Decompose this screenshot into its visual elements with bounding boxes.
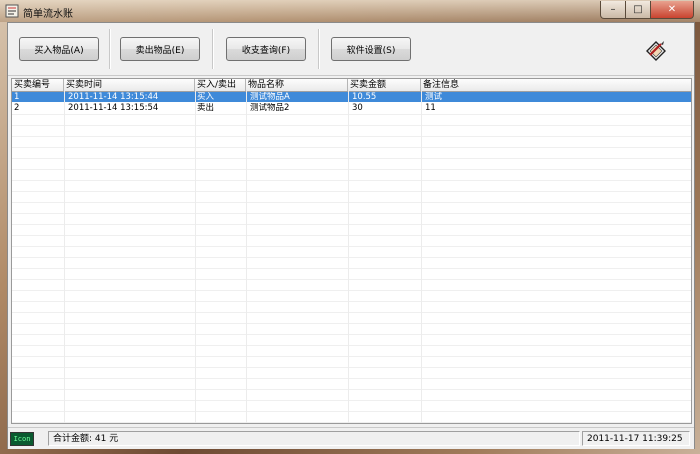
cell-id: 2 (14, 103, 20, 113)
grid-line-horizontal (12, 389, 691, 390)
grid-line-vertical (348, 91, 349, 423)
grid-line-horizontal (12, 180, 691, 181)
cell-name: 测试物品2 (250, 103, 290, 113)
client-area: 买入物品(A) 卖出物品(E) 收支查询(F) 软件设置(S) 买卖编号 买卖时… (7, 22, 695, 449)
grid-line-vertical (246, 91, 247, 423)
grid-line-horizontal (12, 257, 691, 258)
settings-button[interactable]: 软件设置(S) (331, 37, 411, 61)
column-header-amount[interactable]: 买卖金额 (348, 79, 421, 91)
grid-line-horizontal (12, 323, 691, 324)
cell-type: 买入 (197, 92, 215, 102)
grid-line-horizontal (12, 246, 691, 247)
window-controls: – □ ✕ (600, 1, 694, 19)
grid-line-horizontal (12, 422, 691, 423)
cell-time: 2011-11-14 13:15:54 (68, 103, 159, 113)
window-frame: 简单流水账 – □ ✕ 买入物品(A) 卖出物品(E) 收支查询(F) 软件设置… (0, 0, 700, 454)
column-header-type[interactable]: 买入/卖出 (195, 79, 246, 91)
datetime-label: 2011-11-17 11:39:25 (582, 431, 690, 446)
column-header-id[interactable]: 买卖编号 (12, 79, 64, 91)
cell-name: 测试物品A (250, 92, 290, 102)
grid-line-horizontal (12, 411, 691, 412)
grid-line-horizontal (12, 334, 691, 335)
grid-line-horizontal (12, 136, 691, 137)
sell-item-button[interactable]: 卖出物品(E) (120, 37, 200, 61)
buy-item-button[interactable]: 买入物品(A) (19, 37, 99, 61)
grid-line-horizontal (12, 378, 691, 379)
status-bar: Icon 合计金额: 41 元 2011-11-17 11:39:25 (8, 427, 694, 449)
grid-line-vertical (421, 91, 422, 423)
cell-note: 11 (425, 103, 436, 113)
grid-line-horizontal (12, 301, 691, 302)
table-header: 买卖编号 买卖时间 买入/卖出 物品名称 买卖金额 备注信息 (12, 79, 691, 92)
grid-line-horizontal (12, 290, 691, 291)
cell-amount: 30 (352, 103, 363, 113)
title-bar[interactable]: 简单流水账 – □ ✕ (0, 0, 700, 22)
grid-line-horizontal (12, 356, 691, 357)
grid-line-horizontal (12, 400, 691, 401)
app-badge-icon: Icon (10, 432, 34, 446)
cell-id: 1 (14, 92, 20, 102)
grid-line-horizontal (12, 312, 691, 313)
close-button[interactable]: ✕ (651, 1, 694, 19)
app-icon (5, 4, 19, 18)
grid-line-horizontal (12, 202, 691, 203)
cell-note: 测试 (425, 92, 443, 102)
grid-line-horizontal (12, 147, 691, 148)
toolbar: 买入物品(A) 卖出物品(E) 收支查询(F) 软件设置(S) (8, 23, 694, 76)
grid-line-horizontal (12, 125, 691, 126)
column-header-time[interactable]: 买卖时间 (64, 79, 195, 91)
grid-line-horizontal (12, 279, 691, 280)
maximize-button[interactable]: □ (626, 1, 651, 19)
column-header-name[interactable]: 物品名称 (246, 79, 348, 91)
grid-line-horizontal (12, 224, 691, 225)
grid-line-horizontal (12, 158, 691, 159)
query-button[interactable]: 收支查询(F) (226, 37, 306, 61)
toolbar-separator (212, 29, 214, 69)
table-row[interactable]: 1 2011-11-14 13:15:44 买入 测试物品A 10.55 测试 (12, 92, 691, 102)
table-row[interactable]: 2 2011-11-14 13:15:54 卖出 测试物品2 30 11 (12, 103, 691, 113)
column-header-note[interactable]: 备注信息 (421, 79, 691, 91)
cell-time: 2011-11-14 13:15:44 (68, 92, 159, 102)
cell-amount: 10.55 (352, 92, 377, 102)
grid-line-horizontal (12, 191, 691, 192)
grid-line-horizontal (12, 268, 691, 269)
grid-line-horizontal (12, 114, 691, 115)
grid-line-horizontal (12, 367, 691, 368)
cell-type: 卖出 (197, 103, 215, 113)
grid-line-horizontal (12, 169, 691, 170)
transaction-table[interactable]: 买卖编号 买卖时间 买入/卖出 物品名称 买卖金额 备注信息 1 2011-11… (11, 78, 692, 424)
grid-line-vertical (195, 91, 196, 423)
toolbar-separator (318, 29, 320, 69)
total-amount-label: 合计金额: 41 元 (48, 431, 580, 446)
toolbar-separator (109, 29, 111, 69)
grid-line-horizontal (12, 235, 691, 236)
grid-line-horizontal (12, 213, 691, 214)
grid-line-horizontal (12, 345, 691, 346)
pen-notepad-icon (646, 41, 666, 61)
window-title: 简单流水账 (23, 9, 73, 20)
grid-line-vertical (64, 91, 65, 423)
minimize-button[interactable]: – (600, 1, 626, 19)
